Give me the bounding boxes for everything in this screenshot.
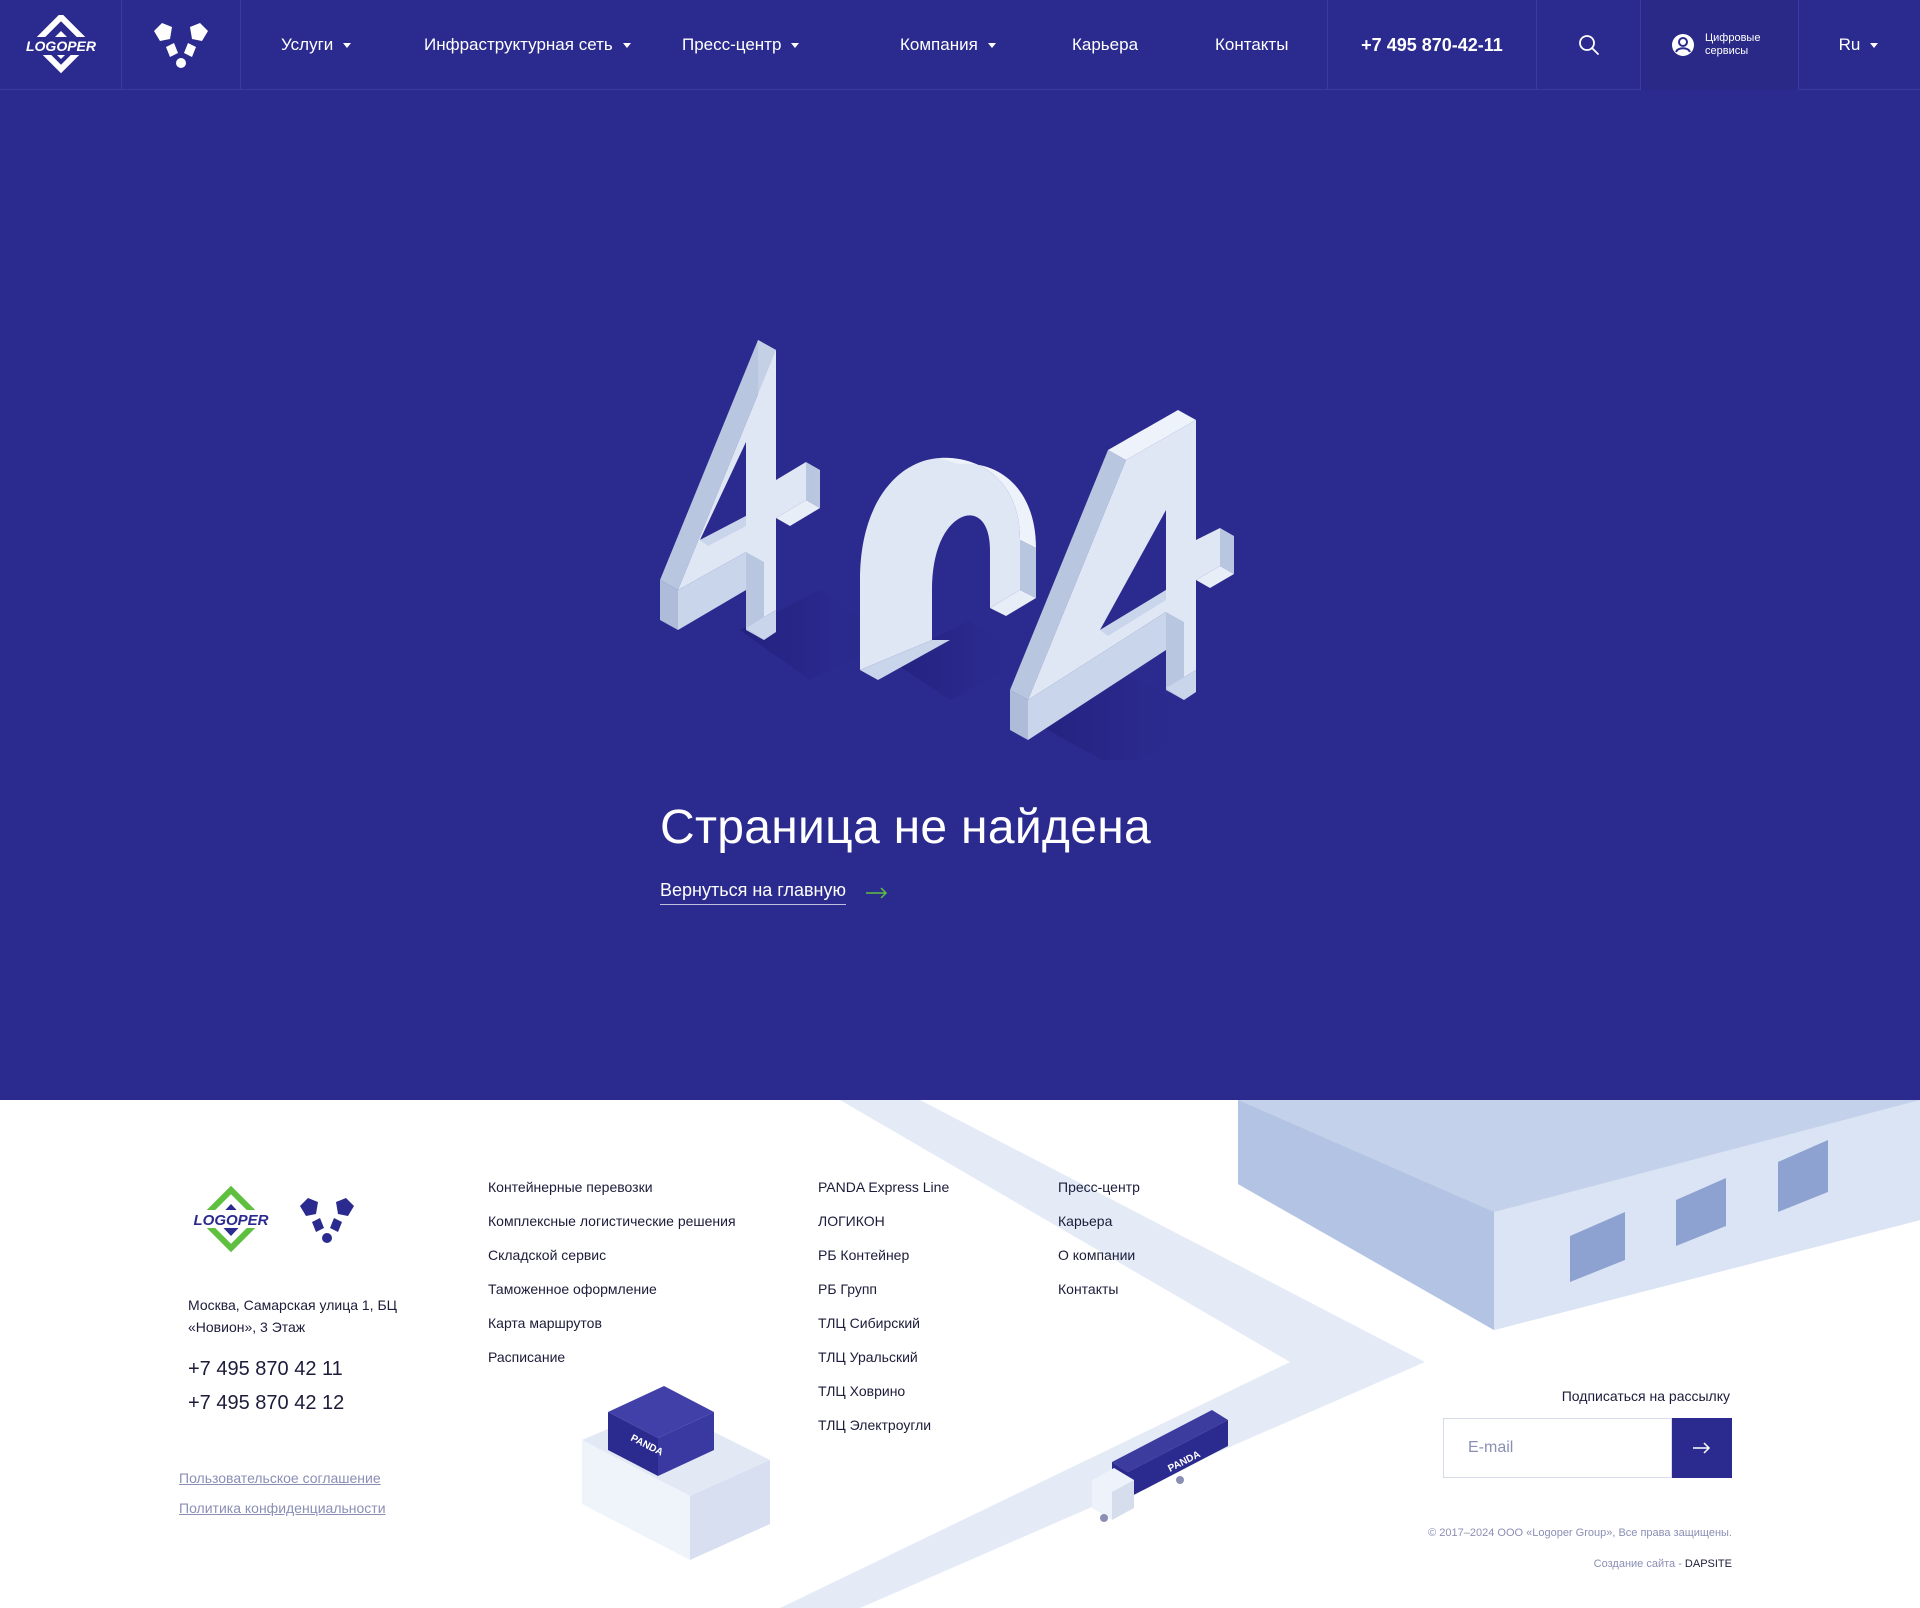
nav-item-contacts[interactable]: Контакты — [1215, 35, 1288, 55]
terms-link[interactable]: Пользовательское соглашение — [179, 1470, 381, 1486]
warehouse-block — [1238, 1100, 1920, 1330]
caret-down-icon — [622, 42, 631, 48]
footer-link[interactable]: ТЛЦ Сибирский — [818, 1313, 949, 1347]
nav-item-services[interactable]: Услуги — [281, 35, 352, 55]
nav-item-company[interactable]: Компания — [900, 35, 996, 55]
search-icon — [1578, 35, 1599, 55]
footer-logoper-logo: LOGOPER — [190, 1186, 272, 1253]
footer-company-column: Пресс-центр Карьера О компании Контакты — [1058, 1177, 1140, 1313]
subscribe-form — [1443, 1418, 1732, 1478]
404-illustration — [660, 340, 1234, 760]
back-home-link[interactable]: Вернуться на главную — [660, 880, 888, 905]
digital-services-button[interactable]: Цифровые сервисы — [1641, 0, 1799, 90]
privacy-link[interactable]: Политика конфиденциальности — [179, 1500, 386, 1516]
nav-item-press[interactable]: Пресс-центр — [682, 35, 800, 55]
header-phone[interactable]: +7 495 870-42-11 — [1328, 0, 1537, 90]
footer-link[interactable]: Таможенное оформление — [488, 1279, 736, 1313]
made-by-link[interactable]: DAPSITE — [1685, 1558, 1732, 1570]
nav-label: Контакты — [1215, 35, 1289, 54]
nav-label: Инфраструктурная сеть — [424, 35, 613, 54]
copyright-text: © 2017–2024 ООО «Logoper Group», Все пра… — [1428, 1527, 1732, 1539]
footer-panda-icon — [300, 1198, 354, 1243]
made-by-prefix: Создание сайта - — [1593, 1558, 1685, 1570]
digital-services-line2: сервисы — [1705, 45, 1749, 57]
search-button[interactable] — [1537, 0, 1641, 90]
subscribe-submit-button[interactable] — [1672, 1418, 1732, 1478]
footer-link[interactable]: ТЛЦ Электроугли — [818, 1415, 949, 1449]
footer-phone-1[interactable]: +7 495 870 42 11 — [188, 1358, 343, 1381]
footer-link[interactable]: Комплексные логистические решения — [488, 1211, 736, 1245]
logo-link[interactable]: LOGOPER — [0, 0, 122, 90]
footer-link[interactable]: Складской сервис — [488, 1245, 736, 1279]
back-home-label: Вернуться на главную — [660, 880, 846, 905]
footer-link[interactable]: ТЛЦ Уральский — [818, 1347, 949, 1381]
footer-network-column: PANDA Express Line ЛОГИКОН РБ Контейнер … — [818, 1177, 949, 1449]
footer-link[interactable]: Контейнерные перевозки — [488, 1177, 736, 1211]
panda-icon — [154, 23, 208, 68]
digital-services-label: Цифровые сервисы — [1705, 32, 1760, 58]
user-icon — [1672, 34, 1694, 56]
error-title: Страница не найдена — [660, 801, 1152, 854]
footer-link[interactable]: Расписание — [488, 1347, 736, 1381]
footer-logo-text: LOGOPER — [193, 1212, 268, 1229]
footer-link[interactable]: РБ Групп — [818, 1279, 949, 1313]
nav-label: Пресс-центр — [682, 35, 782, 54]
nav-label: Услуги — [281, 35, 334, 54]
footer-link[interactable]: ЛОГИКОН — [818, 1211, 949, 1245]
footer-link[interactable]: PANDA Express Line — [818, 1177, 949, 1211]
nav-item-infrastructure[interactable]: Инфраструктурная сеть — [424, 35, 631, 55]
caret-down-icon — [987, 42, 996, 48]
digital-services-line1: Цифровые — [1705, 32, 1761, 44]
footer-link[interactable]: О компании — [1058, 1245, 1140, 1279]
made-by: Создание сайта - DAPSITE — [1594, 1558, 1732, 1570]
nav-label: Карьера — [1072, 35, 1139, 54]
logo-text: LOGOPER — [25, 38, 96, 54]
caret-down-icon — [343, 42, 352, 48]
arrow-right-icon — [1693, 1442, 1711, 1454]
footer-link[interactable]: ТЛЦ Ховрино — [818, 1381, 949, 1415]
error-hero: Страница не найдена Вернуться на главную — [0, 90, 1920, 1100]
subscribe-label: Подписаться на рассылку — [1561, 1388, 1730, 1404]
caret-down-icon — [791, 42, 800, 48]
site-header: LOGOPER Услуги Инфраструктурная сеть Пре… — [0, 0, 1920, 90]
footer-services-column: Контейнерные перевозки Комплексные логис… — [488, 1177, 736, 1381]
panda-logo-link[interactable] — [122, 0, 241, 90]
footer-link[interactable]: Карьера — [1058, 1211, 1140, 1245]
language-label: Ru — [1838, 35, 1861, 54]
footer-address: Москва, Самарская улица 1, БЦ «Новион», … — [188, 1297, 398, 1335]
footer-link[interactable]: Пресс-центр — [1058, 1177, 1140, 1211]
chevron-down-icon — [1870, 42, 1879, 48]
logoper-logo: LOGOPER — [24, 15, 97, 74]
main-nav: Услуги Инфраструктурная сеть Пресс-центр… — [241, 0, 1328, 90]
arrow-right-icon — [865, 886, 888, 899]
footer-link[interactable]: Контакты — [1058, 1279, 1140, 1313]
footer-link[interactable]: Карта маршрутов — [488, 1313, 736, 1347]
footer-phone-2[interactable]: +7 495 870 42 12 — [188, 1392, 344, 1415]
digit-four-left — [660, 340, 820, 640]
nav-label: Компания — [900, 35, 978, 54]
footer-link[interactable]: РБ Контейнер — [818, 1245, 949, 1279]
container-stack-illustration: PANDA — [582, 1386, 770, 1560]
site-footer: PANDA PANDA LOGOPER Москва, Самарская ул… — [0, 1100, 1920, 1608]
nav-item-career[interactable]: Карьера — [1072, 35, 1138, 55]
email-input[interactable] — [1443, 1418, 1672, 1478]
language-select[interactable]: Ru — [1799, 0, 1918, 90]
